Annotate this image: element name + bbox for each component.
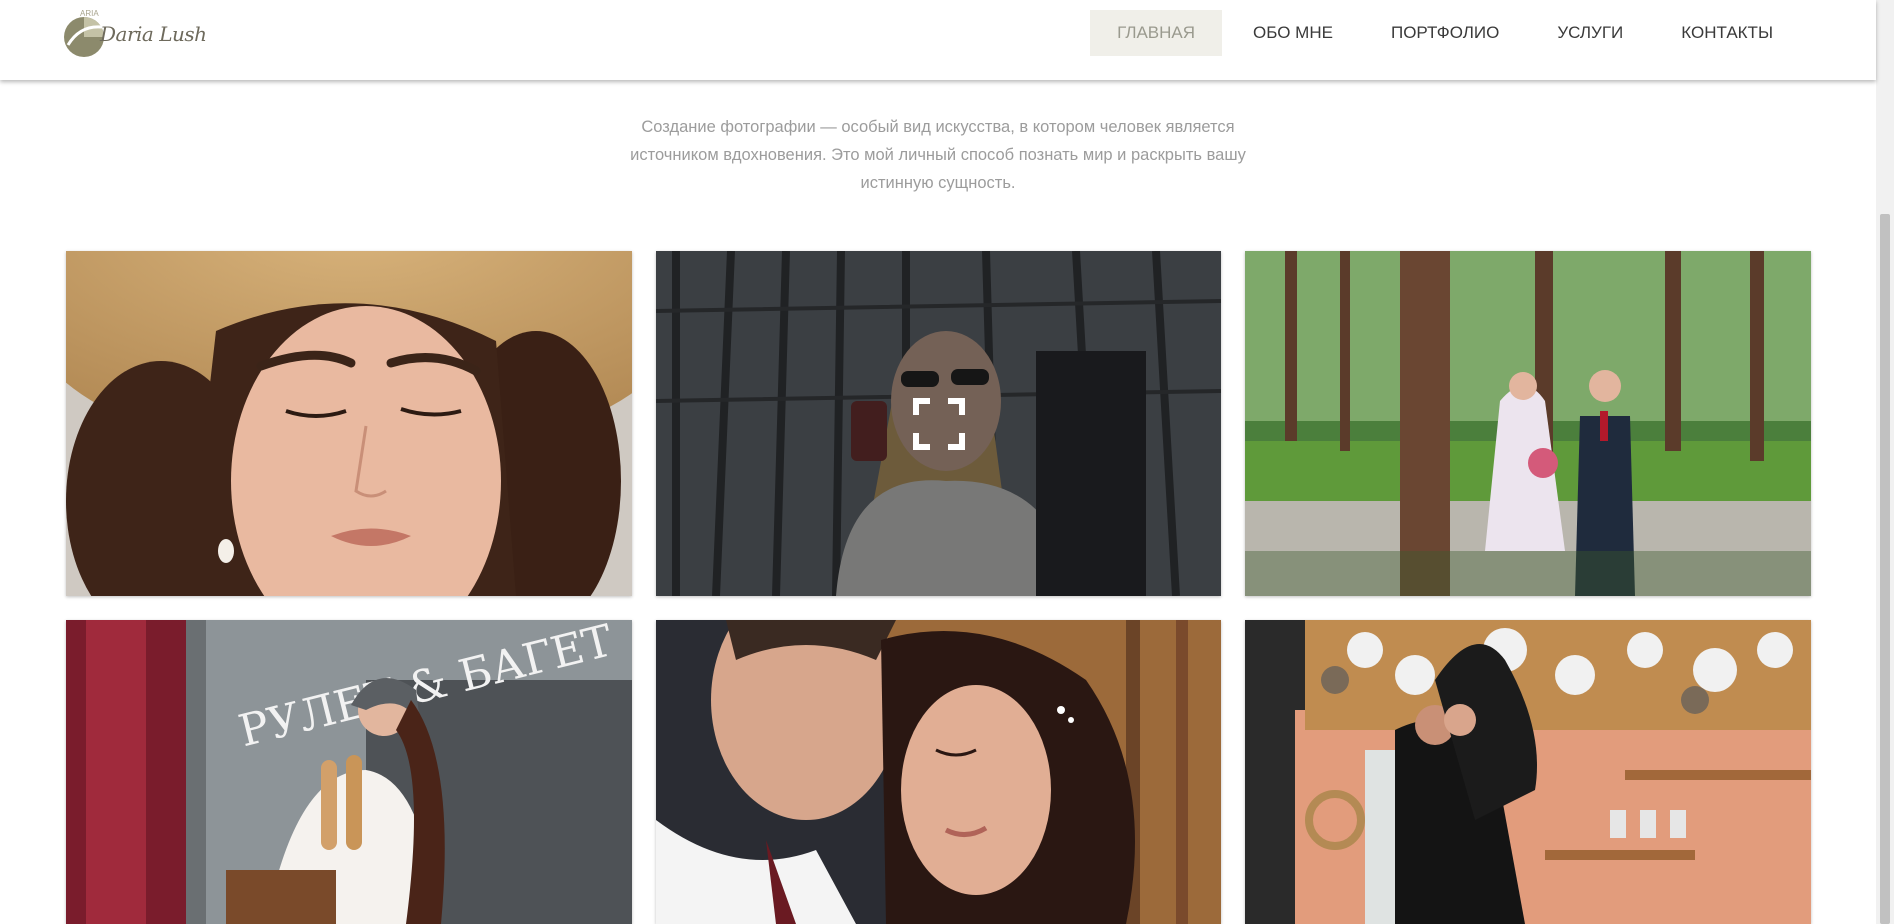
nav-item-home[interactable]: ГЛАВНАЯ bbox=[1090, 10, 1223, 56]
expand-icon[interactable] bbox=[912, 397, 966, 451]
photo-woman-straw-hat-image bbox=[66, 251, 632, 596]
photo-woman-bakery-window[interactable]: РУЛЕТ & БАГЕТ bbox=[66, 620, 632, 924]
photo-woman-sunglasses-drink[interactable] bbox=[656, 251, 1221, 596]
page-scrollbar[interactable] bbox=[1876, 0, 1894, 924]
nav-item-services[interactable]: УСЛУГИ bbox=[1530, 10, 1650, 56]
nav-item-about[interactable]: ОБО МНЕ bbox=[1226, 10, 1360, 56]
main-nav: ГЛАВНАЯ ОБО МНЕ ПОРТФОЛИО УСЛУГИ КОНТАКТ… bbox=[1086, 10, 1800, 56]
intro-text: Создание фотографии — особый вид искусст… bbox=[630, 117, 1246, 192]
nav-item-contacts[interactable]: КОНТАКТЫ bbox=[1654, 10, 1800, 56]
photo-couple-embrace[interactable] bbox=[656, 620, 1221, 924]
scrollbar-thumb[interactable] bbox=[1880, 214, 1890, 924]
photo-couple-kitchen[interactable] bbox=[1245, 620, 1811, 924]
photo-wedding-couple-forest[interactable] bbox=[1245, 251, 1811, 596]
site-header: ARIA Daria Lush ГЛАВНАЯ ОБО МНЕ ПОРТФОЛИ… bbox=[0, 0, 1876, 80]
photo-couple-kitchen-image bbox=[1245, 620, 1811, 924]
photo-woman-bakery-window-image: РУЛЕТ & БАГЕТ bbox=[66, 620, 632, 924]
logo-text: Daria Lush bbox=[100, 22, 207, 46]
photo-woman-straw-hat[interactable] bbox=[66, 251, 632, 596]
photo-couple-embrace-image bbox=[656, 620, 1221, 924]
logo[interactable]: ARIA Daria Lush bbox=[62, 9, 207, 59]
photo-wedding-couple-forest-image bbox=[1245, 251, 1811, 596]
nav-item-portfolio[interactable]: ПОРТФОЛИО bbox=[1364, 10, 1526, 56]
logo-small-text: ARIA bbox=[80, 9, 99, 18]
